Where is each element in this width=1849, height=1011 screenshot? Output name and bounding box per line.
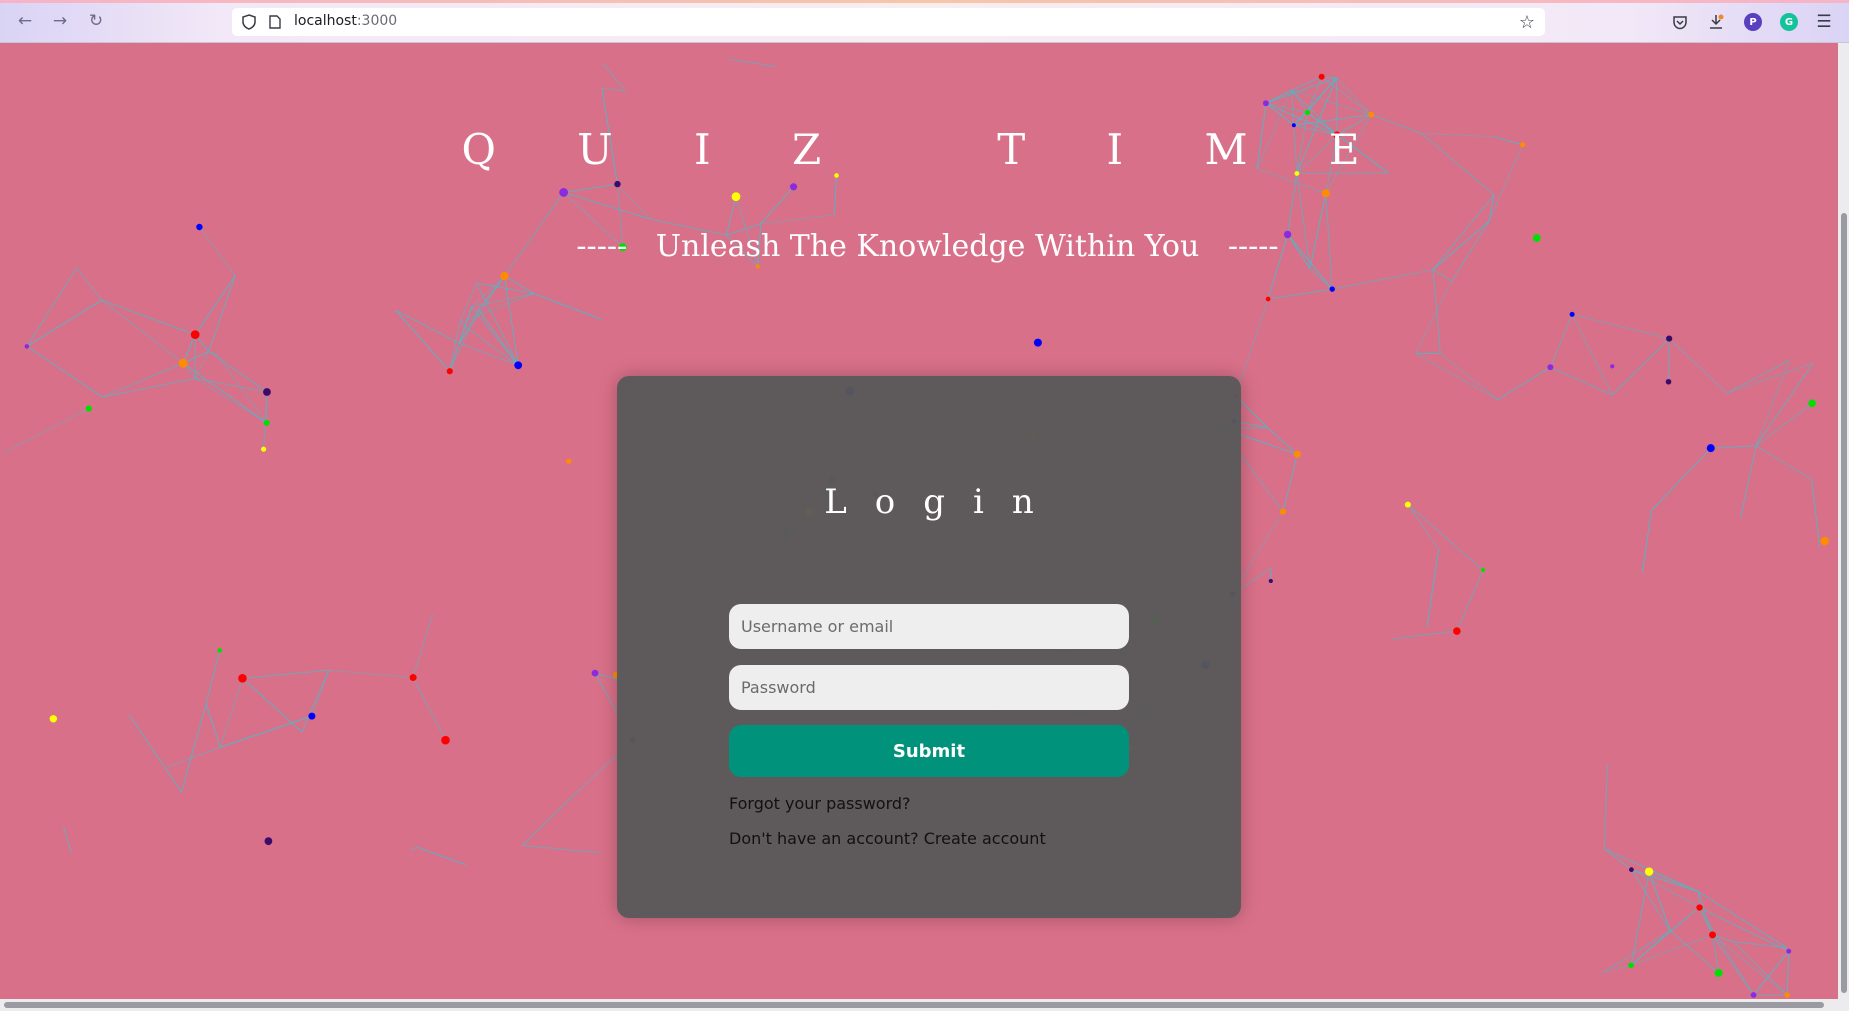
forgot-password-link[interactable]: Forgot your password? (729, 794, 911, 813)
password-input[interactable] (729, 665, 1129, 710)
menu-icon[interactable]: ☰ (1813, 11, 1835, 33)
url-port: :3000 (356, 13, 398, 29)
download-icon[interactable] (1705, 11, 1727, 33)
login-heading: Login (824, 482, 1062, 522)
page-icon[interactable] (269, 15, 281, 29)
horizontal-scrollbar[interactable] (0, 999, 1849, 1011)
create-account-link[interactable]: Create account (924, 829, 1046, 848)
browser-toolbar: ← → ↻ localhost:3000 ☆ P G ☰ (0, 0, 1849, 43)
login-card: Login Submit Forgot your password? Don't… (617, 376, 1241, 918)
profile-initial: P (1749, 16, 1757, 28)
back-arrow-icon[interactable]: ← (14, 10, 36, 32)
page-tagline: ----- Unleash The Knowledge Within You -… (576, 229, 1279, 264)
bookmark-star-icon[interactable]: ☆ (1519, 12, 1535, 33)
grammarly-icon[interactable]: G (1780, 13, 1798, 31)
signup-prefix: Don't have an account? (729, 829, 919, 848)
page-content: Q U I Z T I M E ----- Unleash The Knowle… (0, 43, 1838, 999)
vertical-scrollbar[interactable] (1838, 43, 1849, 999)
shield-icon[interactable] (242, 14, 256, 30)
username-input[interactable] (729, 604, 1129, 649)
pocket-icon[interactable] (1669, 11, 1691, 33)
horizontal-scroll-thumb[interactable] (4, 1002, 1824, 1008)
submit-button[interactable]: Submit (729, 725, 1129, 777)
toolbar-accent-line (0, 0, 1849, 3)
vertical-scroll-thumb[interactable] (1841, 213, 1847, 993)
reload-icon[interactable]: ↻ (85, 10, 107, 32)
url-text[interactable]: localhost:3000 (294, 13, 397, 29)
url-host: localhost (294, 13, 357, 29)
profile-avatar-icon[interactable]: P (1744, 13, 1762, 31)
page-title: Q U I Z T I M E (461, 125, 1394, 174)
signup-line: Don't have an account? Create account (729, 829, 1046, 848)
address-bar[interactable]: localhost:3000 ☆ (232, 8, 1545, 36)
forward-arrow-icon[interactable]: → (49, 10, 71, 32)
